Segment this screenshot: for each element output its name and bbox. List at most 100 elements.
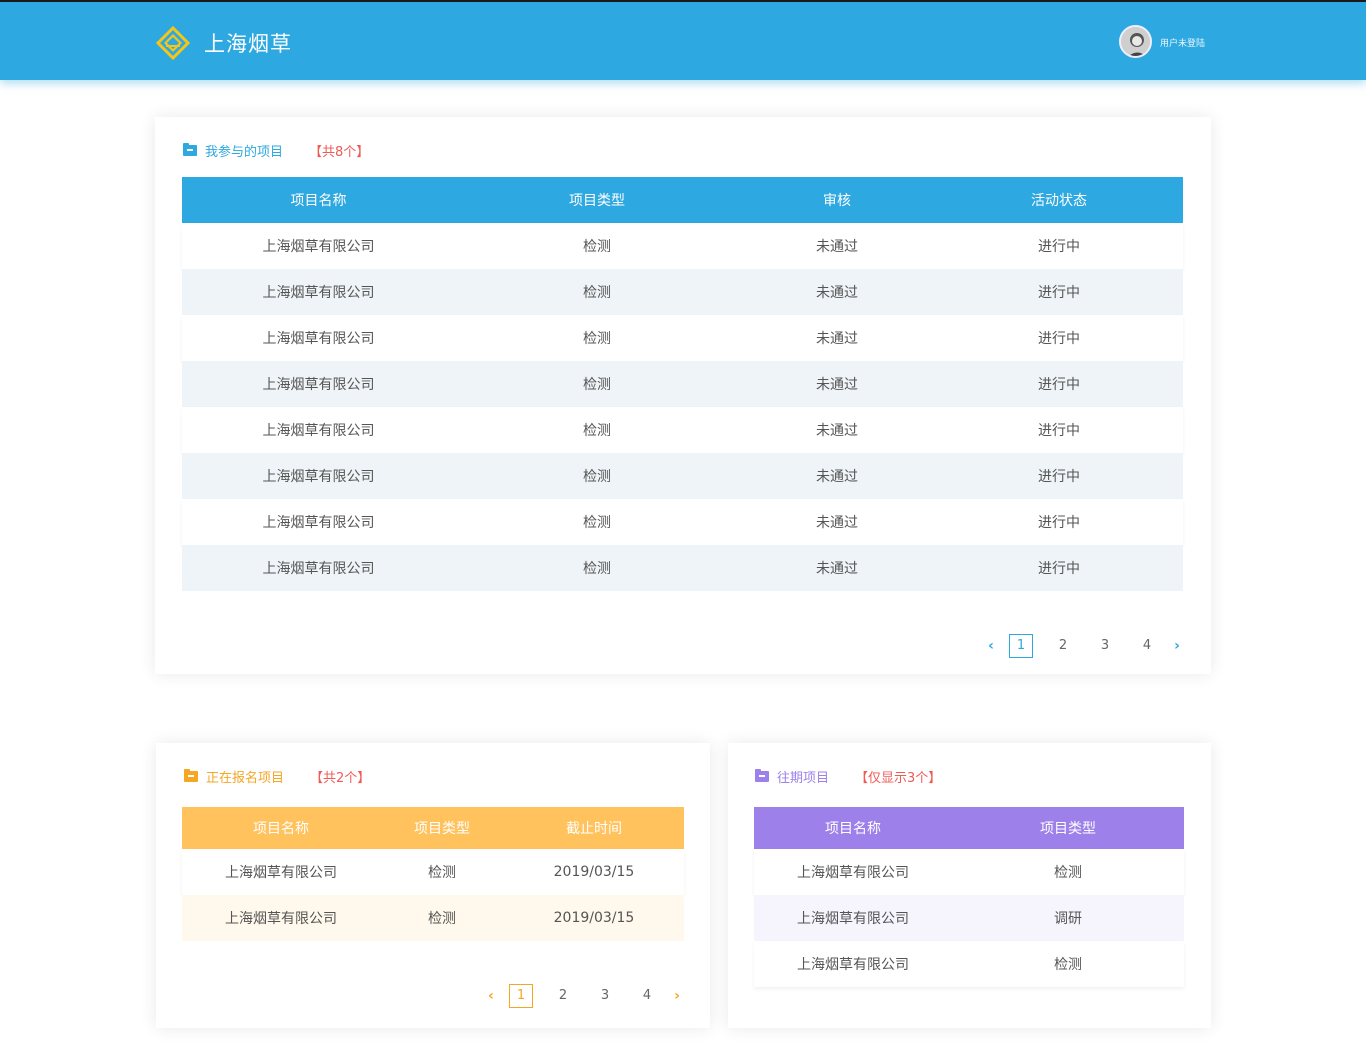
column-header[interactable]: 项目名称	[182, 177, 455, 223]
past-header: 往期项目 【仅显示3个】	[755, 767, 941, 786]
column-header[interactable]: 项目类型	[952, 807, 1184, 849]
cell-activity-status: 进行中	[935, 545, 1183, 591]
cell-project-type: 检测	[1054, 865, 1082, 881]
cell-activity-status: 进行中	[935, 223, 1183, 269]
column-header[interactable]: 活动状态	[935, 177, 1183, 223]
cell-project-type: 检测	[1054, 957, 1082, 973]
cell-project-name: 上海烟草有限公司	[182, 361, 455, 407]
cell-project-type: 检测	[455, 545, 739, 591]
folder-icon	[183, 143, 197, 156]
registering-header: 正在报名项目 【共2个】	[184, 767, 370, 786]
app-title: 上海烟草	[204, 32, 292, 56]
folder-icon	[755, 769, 769, 782]
cell-review: 未通过	[739, 269, 935, 315]
column-header[interactable]: 截止时间	[504, 807, 684, 849]
cell-activity-status: 进行中	[935, 499, 1183, 545]
my-projects-pagination: ‹ 1 2 3 4 ›	[982, 634, 1186, 658]
cell-project-type: 检测	[455, 269, 739, 315]
table-row[interactable]: 上海烟草有限公司 检测 未通过 进行中	[182, 499, 1183, 545]
table-row[interactable]: 上海烟草有限公司 检测	[754, 849, 1184, 895]
my-projects-title: 我参与的项目	[205, 145, 284, 160]
table-row[interactable]: 上海烟草有限公司 检测 未通过 进行中	[182, 315, 1183, 361]
past-title: 往期项目	[777, 771, 830, 786]
cell-review: 未通过	[739, 407, 935, 453]
registering-projects-card: 正在报名项目 【共2个】 项目名称 项目类型 截止时间 上海烟草有限公司 检测 20…	[156, 743, 710, 1028]
table-header-row: 项目名称 项目类型 审核 活动状态	[182, 177, 1183, 223]
cell-project-name: 上海烟草有限公司	[797, 957, 909, 973]
column-header[interactable]: 项目名称	[182, 807, 380, 849]
cell-activity-status: 进行中	[935, 315, 1183, 361]
cell-review: 未通过	[739, 545, 935, 591]
cell-review: 未通过	[739, 361, 935, 407]
cell-project-type: 检测	[455, 499, 739, 545]
page-button-2[interactable]: 2	[1051, 634, 1075, 658]
page-button-2[interactable]: 2	[551, 984, 575, 1008]
cell-review: 未通过	[739, 453, 935, 499]
cell-project-name: 上海烟草有限公司	[182, 895, 380, 941]
cell-project-name: 上海烟草有限公司	[754, 895, 952, 941]
chevron-right-icon[interactable]: ›	[668, 988, 686, 1004]
my-projects-card: 我参与的项目 【共8个】 项目名称 项目类型 审核 活动状态 上海烟草有限公司检…	[155, 117, 1211, 674]
diamond-logo-icon[interactable]	[156, 26, 190, 60]
table-row[interactable]: 上海烟草有限公司 检测 未通过 进行中	[182, 407, 1183, 453]
page-button-3[interactable]: 3	[593, 984, 617, 1008]
top-header: 上海烟草 用户未登陆	[0, 0, 1366, 80]
cell-review: 未通过	[739, 223, 935, 269]
table-row[interactable]: 上海烟草有限公司 检测	[754, 941, 1184, 987]
table-row[interactable]: 上海烟草有限公司 检测 未通过 进行中	[182, 453, 1183, 499]
page-button-1[interactable]: 1	[509, 984, 533, 1008]
cell-project-name: 上海烟草有限公司	[182, 453, 455, 499]
column-header[interactable]: 审核	[739, 177, 935, 223]
cell-review: 未通过	[739, 315, 935, 361]
cell-project-name: 上海烟草有限公司	[182, 499, 455, 545]
column-header[interactable]: 项目类型	[455, 177, 739, 223]
table-row[interactable]: 上海烟草有限公司 检测 未通过 进行中	[182, 269, 1183, 315]
my-projects-count: 【共8个】	[309, 145, 370, 160]
cell-activity-status: 进行中	[935, 453, 1183, 499]
cell-project-type: 检测	[380, 895, 504, 941]
column-header[interactable]: 项目类型	[380, 807, 504, 849]
folder-icon	[184, 769, 198, 782]
cell-project-type: 检测	[455, 315, 739, 361]
registering-count: 【共2个】	[310, 771, 371, 786]
cell-project-type: 检测	[455, 407, 739, 453]
cell-project-type: 检测	[455, 361, 739, 407]
cell-deadline: 2019/03/15	[504, 895, 684, 941]
past-projects-card: 往期项目 【仅显示3个】 项目名称 项目类型 上海烟草有限公司 检测 上海烟草有限…	[728, 743, 1211, 1028]
user-avatar-icon	[1121, 27, 1150, 56]
column-header[interactable]: 项目名称	[754, 807, 952, 849]
page-button-4[interactable]: 4	[1135, 634, 1159, 658]
avatar[interactable]	[1119, 25, 1152, 58]
my-projects-header: 我参与的项目 【共8个】	[183, 141, 369, 160]
past-table: 项目名称 项目类型 上海烟草有限公司 检测 上海烟草有限公司 调研 上海烟草有限公司…	[754, 807, 1184, 987]
cell-project-name: 上海烟草有限公司	[182, 545, 455, 591]
cell-deadline: 2019/03/15	[553, 864, 635, 880]
page-button-1[interactable]: 1	[1009, 634, 1033, 658]
user-status[interactable]: 用户未登陆	[1160, 36, 1205, 49]
chevron-left-icon[interactable]: ‹	[482, 988, 500, 1004]
table-row[interactable]: 上海烟草有限公司 检测 2019/03/15	[182, 895, 684, 941]
cell-project-type: 调研	[952, 895, 1184, 941]
table-row[interactable]: 上海烟草有限公司 检测 2019/03/15	[182, 849, 684, 895]
table-header-row: 项目名称 项目类型	[754, 807, 1184, 849]
cell-project-type: 检测	[455, 223, 739, 269]
chevron-right-icon[interactable]: ›	[1168, 638, 1186, 654]
table-row[interactable]: 上海烟草有限公司 检测 未通过 进行中	[182, 223, 1183, 269]
my-projects-table: 项目名称 项目类型 审核 活动状态 上海烟草有限公司 检测 未通过 进行中 上海烟草有…	[182, 177, 1183, 591]
page-button-4[interactable]: 4	[635, 984, 659, 1008]
cell-activity-status: 进行中	[935, 407, 1183, 453]
cell-project-name: 上海烟草有限公司	[797, 865, 909, 881]
chevron-left-icon[interactable]: ‹	[982, 638, 1000, 654]
table-row[interactable]: 上海烟草有限公司 检测 未通过 进行中	[182, 361, 1183, 407]
table-row[interactable]: 上海烟草有限公司 调研	[754, 895, 1184, 941]
cell-project-name: 上海烟草有限公司	[182, 223, 455, 269]
cell-project-name: 上海烟草有限公司	[182, 269, 455, 315]
page-button-3[interactable]: 3	[1093, 634, 1117, 658]
past-count: 【仅显示3个】	[855, 771, 942, 786]
table-row[interactable]: 上海烟草有限公司 检测 未通过 进行中	[182, 545, 1183, 591]
cell-activity-status: 进行中	[935, 269, 1183, 315]
cell-project-type: 检测	[455, 453, 739, 499]
registering-title: 正在报名项目	[206, 771, 285, 786]
registering-pagination: ‹ 1 2 3 4 ›	[482, 984, 686, 1008]
cell-project-name: 上海烟草有限公司	[182, 407, 455, 453]
